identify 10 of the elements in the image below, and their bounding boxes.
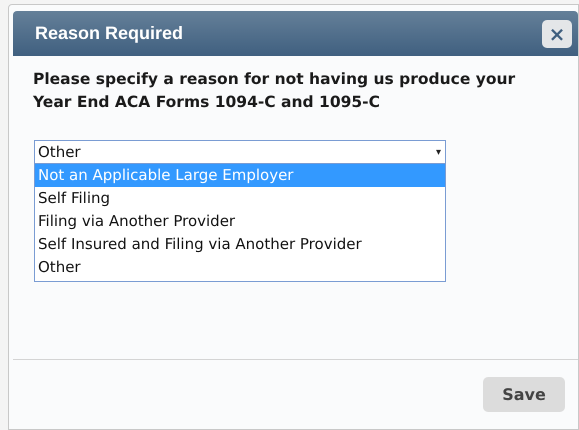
dropdown-option[interactable]: Filing via Another Provider (35, 210, 445, 233)
prompt-text: Please specify a reason for not having us produce your Year End ACA Forms 1094-C and 1095-C (33, 69, 516, 113)
caret-icon: ▾ (436, 144, 441, 160)
window-title: Reason Required (35, 22, 184, 45)
close-button[interactable]: × (542, 20, 572, 48)
reason-select[interactable]: Other ▾ (34, 140, 446, 164)
dropdown-option[interactable]: Self Insured and Filing via Another Provider (35, 233, 445, 256)
dropdown-option[interactable]: Other (35, 256, 445, 279)
dropdown-option[interactable]: Self Filing (35, 187, 445, 210)
save-button[interactable]: Save (483, 377, 565, 412)
